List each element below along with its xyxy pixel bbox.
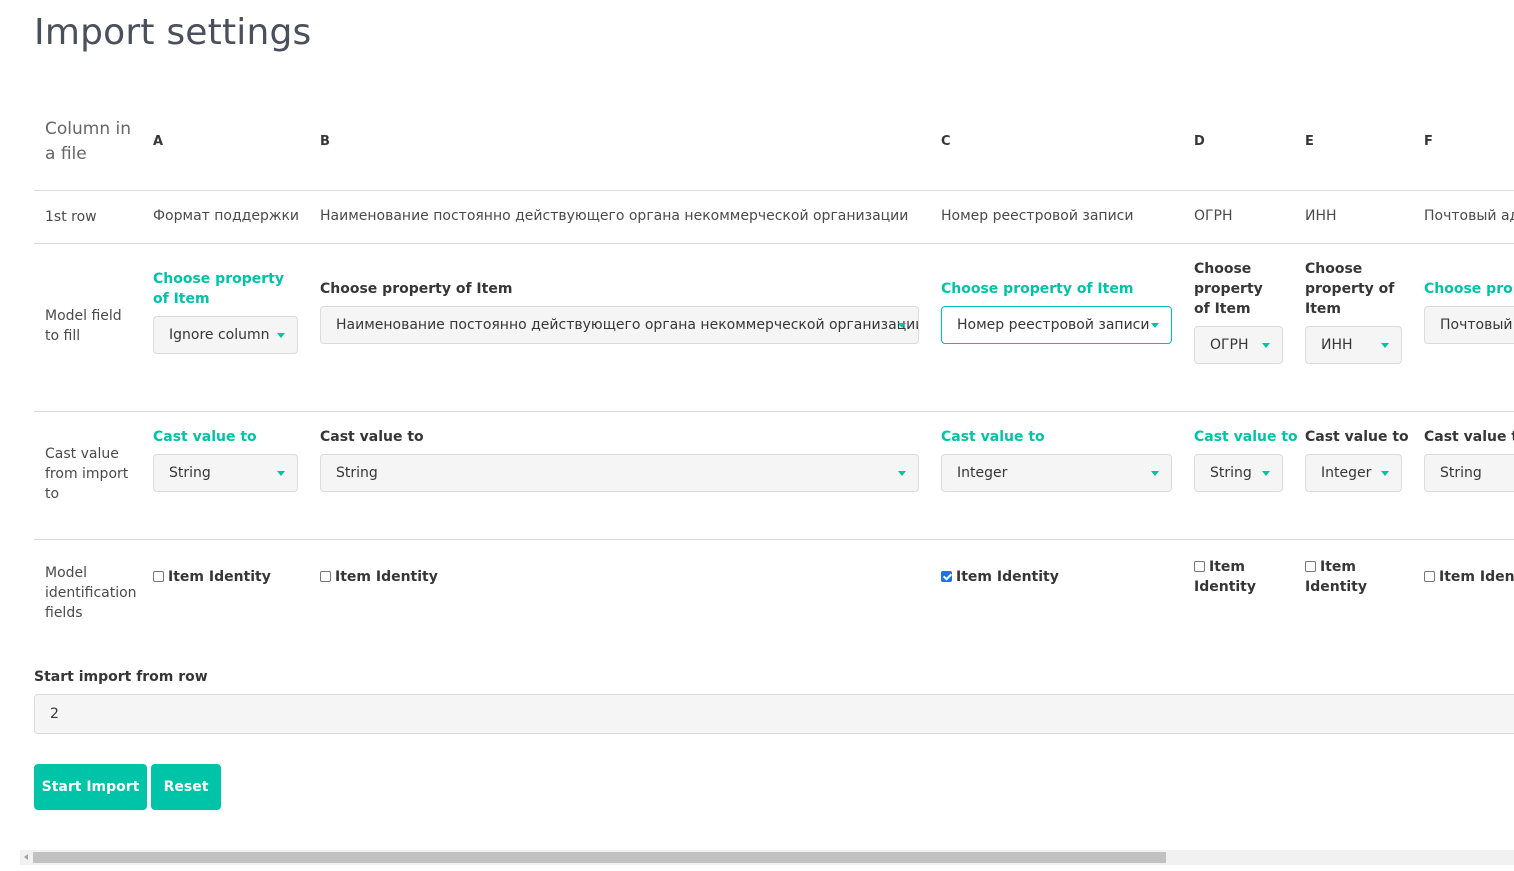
cast-select[interactable]: String — [1424, 454, 1514, 492]
cast-label: Cast value to — [1305, 429, 1409, 445]
first-row-value: Номер реестровой записи — [941, 208, 1134, 224]
property-select[interactable]: Номер реестровой записи — [941, 306, 1172, 344]
start-row-label: Start import from row — [34, 669, 208, 685]
start-import-button[interactable]: Start Import — [34, 764, 147, 810]
chevron-down-icon — [277, 471, 285, 476]
cast-select-value: String — [336, 465, 378, 481]
property-label: Choose property of Item — [941, 281, 1134, 297]
cast-select-value: Integer — [1321, 465, 1372, 481]
identification-label: Model identification fields — [45, 565, 137, 621]
property-select[interactable]: Почтовый — [1424, 306, 1514, 344]
property-select[interactable]: ИНН — [1305, 326, 1402, 364]
divider — [34, 190, 1514, 191]
cast-value-label: Cast value from import to — [45, 446, 129, 502]
checkbox[interactable] — [1305, 561, 1316, 572]
cast-select[interactable]: String — [320, 454, 919, 492]
checkbox[interactable] — [1424, 571, 1435, 582]
page-title: Import settings — [34, 12, 312, 54]
item-identity-checkbox[interactable]: Item Identity — [320, 567, 438, 587]
item-identity-label: Item Identit — [1439, 569, 1514, 585]
cast-label: Cast value to — [153, 429, 257, 445]
chevron-down-icon — [898, 471, 906, 476]
cast-select-value: String — [169, 465, 211, 481]
item-identity-checkbox[interactable]: Item Identity — [941, 567, 1059, 587]
item-identity-label: Item Identity — [335, 569, 438, 585]
first-row-value: Формат поддержки — [153, 208, 299, 224]
item-identity-label: Item Identity — [956, 569, 1059, 585]
chevron-down-icon — [1381, 343, 1389, 348]
property-label: Choose property of Item — [1194, 261, 1263, 317]
cast-select[interactable]: Integer — [1305, 454, 1402, 492]
property-select[interactable]: ОГРН — [1194, 326, 1283, 364]
checkbox[interactable] — [1194, 561, 1205, 572]
checkbox[interactable] — [320, 571, 331, 582]
first-row-label: 1st row — [45, 209, 97, 225]
chevron-down-icon — [1151, 471, 1159, 476]
cast-select-value: String — [1440, 465, 1482, 481]
cast-select-value: Integer — [957, 465, 1008, 481]
divider — [34, 411, 1514, 412]
model-field-label: Model field to fill — [45, 308, 122, 344]
property-label: Choose property of Item — [320, 281, 513, 297]
cast-label: Cast value to — [1424, 429, 1514, 445]
chevron-down-icon — [1381, 471, 1389, 476]
first-row-value: ИНН — [1305, 208, 1337, 224]
checkbox[interactable] — [153, 571, 164, 582]
property-select[interactable]: Ignore column — [153, 316, 298, 354]
cast-select[interactable]: String — [1194, 454, 1283, 492]
chevron-down-icon — [898, 323, 906, 328]
property-select-value: Наименование постоянно действующего орга… — [336, 317, 919, 333]
first-row-value: Наименование постоянно действующего орга… — [320, 208, 909, 224]
chevron-down-icon — [1151, 323, 1159, 328]
item-identity-checkbox[interactable]: Item Identity — [153, 567, 271, 587]
column-letter: F — [1424, 134, 1433, 149]
scrollbar-thumb[interactable] — [33, 852, 1166, 863]
item-identity-checkbox[interactable]: Item Identit — [1424, 567, 1514, 587]
cast-label: Cast value to — [320, 429, 424, 445]
column-letter: C — [941, 134, 951, 149]
property-label: Choose property of Item — [1305, 261, 1395, 317]
column-letter: E — [1305, 134, 1314, 149]
property-select-value: ИНН — [1321, 337, 1353, 353]
column-in-file-label: Column in a file — [45, 119, 132, 164]
item-identity-label: Item Identity — [168, 569, 271, 585]
property-select-value: Почтовый — [1440, 317, 1513, 333]
cast-label: Cast value to — [1194, 429, 1298, 445]
divider — [34, 243, 1514, 244]
column-letter: D — [1194, 134, 1205, 149]
property-select[interactable]: Наименование постоянно действующего орга… — [320, 306, 919, 344]
property-label: Choose prope — [1424, 281, 1514, 297]
start-row-input[interactable]: 2 — [34, 694, 1514, 734]
first-row-value: Почтовый ад — [1424, 208, 1514, 224]
scroll-left-icon[interactable] — [24, 854, 28, 860]
property-label: Choose property of Item — [153, 271, 284, 307]
property-select-value: Ignore column — [169, 327, 270, 343]
item-identity-checkbox[interactable]: Item Identity — [1305, 557, 1402, 597]
cast-label: Cast value to — [941, 429, 1045, 445]
cast-select[interactable]: Integer — [941, 454, 1172, 492]
column-letter: B — [320, 134, 330, 149]
property-select-value: ОГРН — [1210, 337, 1249, 353]
chevron-down-icon — [277, 333, 285, 338]
reset-button[interactable]: Reset — [151, 764, 221, 810]
checkbox[interactable] — [941, 571, 952, 582]
chevron-down-icon — [1262, 343, 1270, 348]
first-row-value: ОГРН — [1194, 208, 1233, 224]
divider — [34, 539, 1514, 540]
property-select-value: Номер реестровой записи — [957, 317, 1150, 333]
cast-select[interactable]: String — [153, 454, 298, 492]
cast-select-value: String — [1210, 465, 1252, 481]
column-letter: A — [153, 134, 164, 149]
chevron-down-icon — [1262, 471, 1270, 476]
item-identity-checkbox[interactable]: Item Identity — [1194, 557, 1283, 597]
